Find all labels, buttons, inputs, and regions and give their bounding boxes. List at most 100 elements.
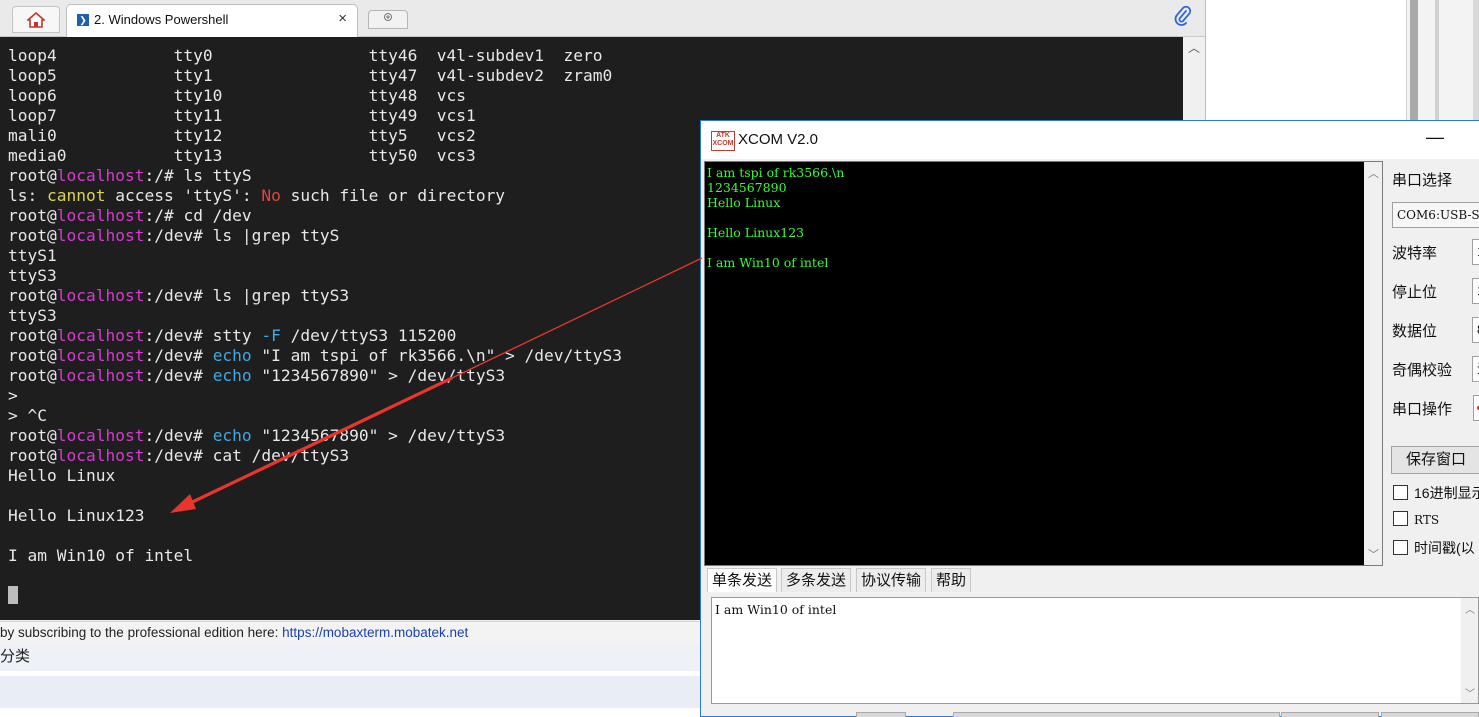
- prompt-user: root@: [8, 286, 57, 305]
- scroll-up-icon[interactable]: ︿: [1188, 39, 1200, 56]
- terminal-line: loop5 tty1 tty47 v4l-subdev2 zram0: [8, 66, 622, 86]
- terminal-line: mali0 tty12 tty5 vcs2: [8, 126, 622, 146]
- terminal-line: >: [8, 386, 622, 406]
- prompt-host: localhost: [56, 346, 145, 365]
- new-tab-button[interactable]: [368, 10, 408, 29]
- terminal-text: Hello Linux: [8, 466, 116, 485]
- checkbox-box[interactable]: [1393, 511, 1408, 526]
- device-listing: loop7 tty11 tty49 vcs1: [8, 106, 476, 125]
- prompt-user: root@: [8, 426, 57, 445]
- prompt-host: localhost: [56, 226, 145, 245]
- status-link[interactable]: https://mobaxterm.mobatek.net: [282, 625, 468, 640]
- terminal-line: ttyS3: [8, 266, 622, 286]
- device-listing: loop5 tty1 tty47 v4l-subdev2 zram0: [8, 66, 613, 85]
- data-bits-select[interactable]: 8: [1472, 317, 1479, 343]
- checkbox-box[interactable]: [1393, 540, 1408, 555]
- command: ls |grep ttyS: [202, 226, 340, 245]
- command: cd /dev: [173, 206, 252, 225]
- tab-multi-send[interactable]: 多条发送: [781, 568, 852, 592]
- terminal-text: ttyS3: [8, 266, 57, 285]
- tab-windows-powershell[interactable]: ❯ 2. Windows Powershell ×: [66, 4, 358, 37]
- terminal-line: root@localhost:/dev# cat /dev/ttyS3: [8, 446, 622, 466]
- port-select[interactable]: COM6:USB-SE: [1392, 202, 1479, 228]
- command: cat /dev/ttyS3: [202, 446, 350, 465]
- terminal-line: Hello Linux: [8, 466, 622, 486]
- terminal-text: such file or directory: [280, 186, 506, 205]
- terminal-line: root@localhost:/# ls ttyS: [8, 166, 622, 186]
- command: "I am tspi of rk3566.\n" > /dev/ttyS3: [251, 346, 623, 365]
- terminal-line: root@localhost:/dev# ls |grep ttyS: [8, 226, 622, 246]
- prompt-user: root@: [8, 366, 57, 385]
- terminal-line: Hello Linux123: [8, 506, 622, 526]
- minimize-icon[interactable]: —: [1426, 127, 1444, 148]
- device-listing: loop4 tty0 tty46 v4l-subdev1 zero: [8, 46, 603, 65]
- scroll-up-icon[interactable]: ︿: [1368, 165, 1379, 181]
- command: [203, 426, 213, 445]
- xcom-title-bar[interactable]: ATK XCOM XCOM V2.0 —: [701, 121, 1479, 159]
- background-band: [0, 676, 700, 708]
- command: "1234567890" > /dev/ttyS3: [251, 426, 506, 445]
- tab-help[interactable]: 帮助: [931, 568, 972, 592]
- send-input[interactable]: I am Win10 of intel ︿ ﹀: [711, 597, 1479, 704]
- timestamp-checkbox[interactable]: 时间戳(以: [1393, 538, 1475, 558]
- attach-icon[interactable]: [1174, 5, 1192, 31]
- send-mode-tabs: 单条发送 多条发送 协议传输 帮助: [704, 568, 1004, 592]
- stop-bits-select[interactable]: 1: [1472, 278, 1479, 304]
- prompt-user: root@: [8, 446, 57, 465]
- echo-keyword: echo: [212, 426, 252, 445]
- terminal-text: ttyS3: [8, 306, 57, 325]
- port-toggle-button[interactable]: ●: [1473, 395, 1479, 421]
- terminal-line: [8, 586, 622, 606]
- rts-label: RTS: [1414, 513, 1440, 527]
- terminal-line: ls: cannot access 'ttyS': No such file o…: [8, 186, 622, 206]
- send-scrollbar[interactable]: ︿ ﹀: [1461, 598, 1478, 703]
- receive-line: Hello Linux: [707, 195, 781, 210]
- tab-protocol[interactable]: 协议传输: [856, 568, 927, 592]
- scroll-down-icon[interactable]: ﹀: [1465, 685, 1475, 700]
- terminal-line: ttyS1: [8, 246, 622, 266]
- terminal-line: root@localhost:/dev# echo "I am tspi of …: [8, 346, 622, 366]
- command: ls |grep ttyS3: [202, 286, 350, 305]
- terminal-line: root@localhost:/dev# echo "1234567890" >…: [8, 366, 622, 386]
- prompt-user: root@: [8, 206, 57, 225]
- scroll-up-icon[interactable]: ︿: [1465, 601, 1475, 616]
- prompt-path: :/dev#: [144, 426, 203, 445]
- receive-scrollbar[interactable]: ︿ ﹀: [1364, 162, 1382, 565]
- hex-display-checkbox[interactable]: 16进制显示: [1393, 483, 1479, 503]
- home-icon: [27, 11, 45, 28]
- prompt-user: root@: [8, 226, 57, 245]
- close-tab-icon[interactable]: ×: [338, 10, 347, 27]
- terminal-text: No: [261, 186, 281, 205]
- scroll-down-icon[interactable]: ﹀: [1368, 546, 1379, 562]
- tab-single-send[interactable]: 单条发送: [707, 568, 778, 592]
- echo-keyword: echo: [212, 346, 252, 365]
- receive-area[interactable]: I am tspi of rk3566.\n 1234567890 Hello Li…: [704, 161, 1383, 566]
- prompt-path: :/dev#: [144, 366, 203, 385]
- rts-checkbox[interactable]: RTS: [1393, 511, 1439, 529]
- terminal-text: > ^C: [8, 406, 47, 425]
- receive-line: Hello Linux123: [707, 225, 805, 240]
- command: [203, 346, 213, 365]
- prompt-host: localhost: [56, 286, 145, 305]
- terminal-line: loop6 tty10 tty48 vcs: [8, 86, 622, 106]
- terminal-text: ls:: [8, 186, 47, 205]
- terminal-line: root@localhost:/dev# stty -F /dev/ttyS3 …: [8, 326, 622, 346]
- parity-select[interactable]: 无: [1472, 356, 1479, 382]
- category-label: 分类: [0, 643, 700, 671]
- prompt-user: root@: [8, 166, 57, 185]
- prompt-user: root@: [8, 346, 57, 365]
- xcom-title: XCOM V2.0: [738, 131, 819, 148]
- baud-select[interactable]: 1: [1472, 239, 1479, 265]
- terminal-line: > ^C: [8, 406, 622, 426]
- prompt-path: :/#: [144, 206, 174, 225]
- terminal-text: ttyS1: [8, 246, 57, 265]
- checkbox-box[interactable]: [1393, 485, 1408, 500]
- home-tab-button[interactable]: [12, 6, 60, 33]
- save-window-button[interactable]: 保存窗口: [1391, 446, 1479, 474]
- terminal-cursor: [8, 586, 18, 604]
- terminal-line: loop4 tty0 tty46 v4l-subdev1 zero: [8, 46, 622, 66]
- background-window-edge: [1406, 0, 1479, 120]
- receive-line: [707, 210, 844, 225]
- prompt-path: :/dev#: [144, 346, 203, 365]
